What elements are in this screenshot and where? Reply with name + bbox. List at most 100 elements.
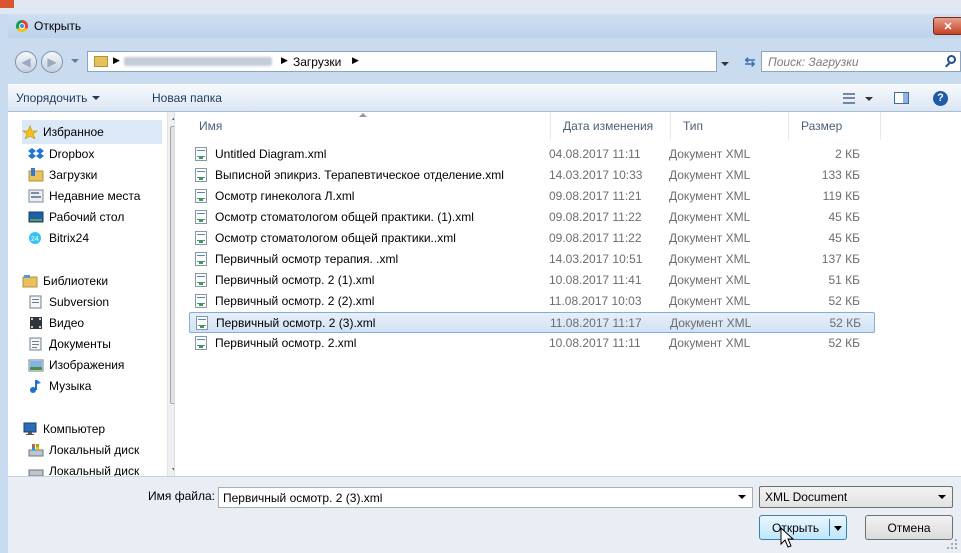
file-date: 09.08.2017 11:21	[549, 189, 642, 203]
breadcrumb-arrow-icon[interactable]: ▶	[352, 55, 359, 66]
nav-libraries[interactable]: Библиотеки	[22, 271, 108, 291]
app-accent	[0, 0, 14, 8]
address-bar[interactable]: ▶ ▶ Загрузки ▶	[87, 51, 717, 72]
nav-recent-places[interactable]: Недавние места	[28, 186, 140, 206]
nav-pictures[interactable]: Изображения	[28, 355, 124, 375]
nav-label: Локальный диск	[49, 464, 140, 476]
forward-button[interactable]: ▶	[41, 51, 63, 73]
nav-subversion[interactable]: Subversion	[28, 292, 109, 312]
nav-label: Изображения	[49, 358, 125, 372]
view-options-icon[interactable]	[843, 93, 855, 104]
file-row[interactable]: Осмотр гинеколога Л.xml 09.08.2017 11:21 Д…	[189, 186, 875, 207]
nav-documents[interactable]: Документы	[28, 334, 111, 354]
refresh-icon[interactable]: ⇆	[740, 52, 760, 71]
nav-desktop[interactable]: Рабочий стол	[28, 207, 124, 227]
file-row[interactable]: Осмотр стоматологом общей практики. (1).…	[189, 207, 875, 228]
file-type: Документ XML	[669, 252, 751, 266]
libraries-icon	[22, 274, 38, 288]
file-size: 2 КБ	[835, 147, 860, 161]
xml-file-icon	[195, 189, 207, 203]
filename-input[interactable]	[223, 490, 723, 505]
open-options-dropdown-icon[interactable]	[834, 526, 842, 531]
file-name: Первичный осмотр терапия. .xml	[215, 252, 399, 266]
folder-icon	[94, 56, 108, 67]
nav-music[interactable]: Музыка	[28, 376, 91, 396]
column-date[interactable]: Дата изменения	[551, 112, 671, 140]
search-icon[interactable]	[947, 55, 956, 64]
window-title: Открыть	[34, 19, 82, 33]
file-row[interactable]: Выписной эпикриз. Терапевтическое отделе…	[189, 165, 875, 186]
back-button[interactable]: ◀	[15, 51, 37, 73]
svg-text:24: 24	[31, 236, 39, 243]
file-row[interactable]: Осмотр стоматологом общей практики..xml 0…	[189, 228, 875, 249]
column-size[interactable]: Размер	[789, 112, 881, 140]
xml-file-icon	[195, 231, 207, 245]
file-row[interactable]: Первичный осмотр. 2 (3).xml 11.08.2017 11…	[189, 312, 875, 333]
file-list: Имя Дата изменения Тип Размер Untitled D…	[175, 112, 961, 476]
address-dropdown-icon[interactable]	[721, 62, 729, 66]
navigation-pane: Избранное Dropbox Загрузки Недавние мест…	[8, 112, 175, 476]
address-row: ◀ ▶ ▶ ▶ Загрузки ▶ ⇆	[8, 38, 961, 84]
nav-label: Рабочий стол	[49, 210, 125, 224]
file-row[interactable]: Первичный осмотр. 2 (2).xml 11.08.2017 10…	[189, 291, 875, 312]
bitrix24-icon: 24	[28, 231, 44, 245]
breadcrumb-user-redacted[interactable]	[124, 57, 272, 66]
drive-icon	[28, 464, 44, 476]
chrome-icon	[16, 20, 28, 32]
nav-video[interactable]: Видео	[28, 313, 84, 333]
video-icon	[28, 316, 44, 330]
file-name: Осмотр гинеколога Л.xml	[215, 189, 355, 203]
search-box[interactable]	[761, 51, 961, 72]
file-row[interactable]: Первичный осмотр. 2.xml 10.08.2017 11:11 Д…	[189, 333, 875, 354]
file-date: 04.08.2017 11:11	[549, 147, 641, 161]
history-dropdown-icon[interactable]	[71, 59, 79, 63]
music-icon	[28, 379, 44, 393]
file-row[interactable]: Первичный осмотр. 2 (1).xml 10.08.2017 11…	[189, 270, 875, 291]
file-type: Документ XML	[669, 168, 751, 182]
star-icon	[21, 125, 39, 140]
search-input[interactable]	[768, 54, 938, 69]
xml-file-icon	[195, 168, 207, 182]
organize-button[interactable]: Упорядочить	[16, 91, 101, 105]
file-row[interactable]: Первичный осмотр терапия. .xml 14.03.2017…	[189, 249, 875, 270]
pictures-icon	[28, 358, 44, 372]
file-type: Документ XML	[669, 147, 751, 161]
column-type[interactable]: Тип	[671, 112, 789, 140]
file-size: 52 КБ	[828, 294, 860, 308]
file-date: 09.08.2017 11:22	[549, 210, 642, 224]
cancel-button[interactable]: Отмена	[865, 515, 953, 540]
breadcrumb-arrow-icon[interactable]: ▶	[113, 55, 120, 66]
file-size: 45 КБ	[828, 210, 860, 224]
computer-icon	[22, 422, 38, 436]
file-type: Документ XML	[669, 294, 751, 308]
cancel-label: Отмена	[887, 521, 931, 535]
filename-dropdown-icon[interactable]	[738, 495, 746, 499]
nav-label: Загрузки	[49, 168, 98, 182]
help-icon[interactable]: ?	[933, 91, 948, 106]
open-button[interactable]: Открыть	[759, 515, 847, 540]
nav-favorites[interactable]: Избранное	[21, 120, 162, 144]
downloads-folder-icon	[28, 168, 44, 182]
nav-computer[interactable]: Компьютер	[22, 419, 105, 439]
filetype-select[interactable]: XML Document	[759, 486, 953, 508]
close-button[interactable]: ✕	[933, 17, 961, 35]
nav-dropbox[interactable]: Dropbox	[28, 144, 94, 164]
nav-scrollbar[interactable]	[167, 112, 174, 476]
view-dropdown-icon[interactable]	[865, 97, 873, 101]
documents-icon	[28, 337, 44, 351]
nav-local-disk-c[interactable]: Локальный диск	[28, 440, 139, 460]
file-type: Документ XML	[669, 189, 751, 203]
new-folder-button[interactable]: Новая папка	[152, 91, 222, 105]
nav-downloads[interactable]: Загрузки	[28, 165, 97, 185]
filename-field[interactable]	[218, 487, 753, 508]
breadcrumb-arrow-icon[interactable]: ▶	[281, 55, 288, 66]
column-name[interactable]: Имя	[187, 112, 551, 140]
resize-grip-icon[interactable]	[946, 538, 958, 550]
file-date: 14.03.2017 10:33	[549, 168, 643, 182]
breadcrumb-downloads[interactable]: Загрузки	[293, 55, 341, 69]
nav-bitrix24[interactable]: 24 Bitrix24	[28, 228, 89, 248]
preview-pane-icon[interactable]	[894, 92, 909, 104]
organize-label: Упорядочить	[16, 91, 88, 105]
file-row[interactable]: Untitled Diagram.xml 04.08.2017 11:11 Доку…	[189, 144, 875, 165]
nav-local-disk-d[interactable]: Локальный диск	[28, 461, 139, 476]
